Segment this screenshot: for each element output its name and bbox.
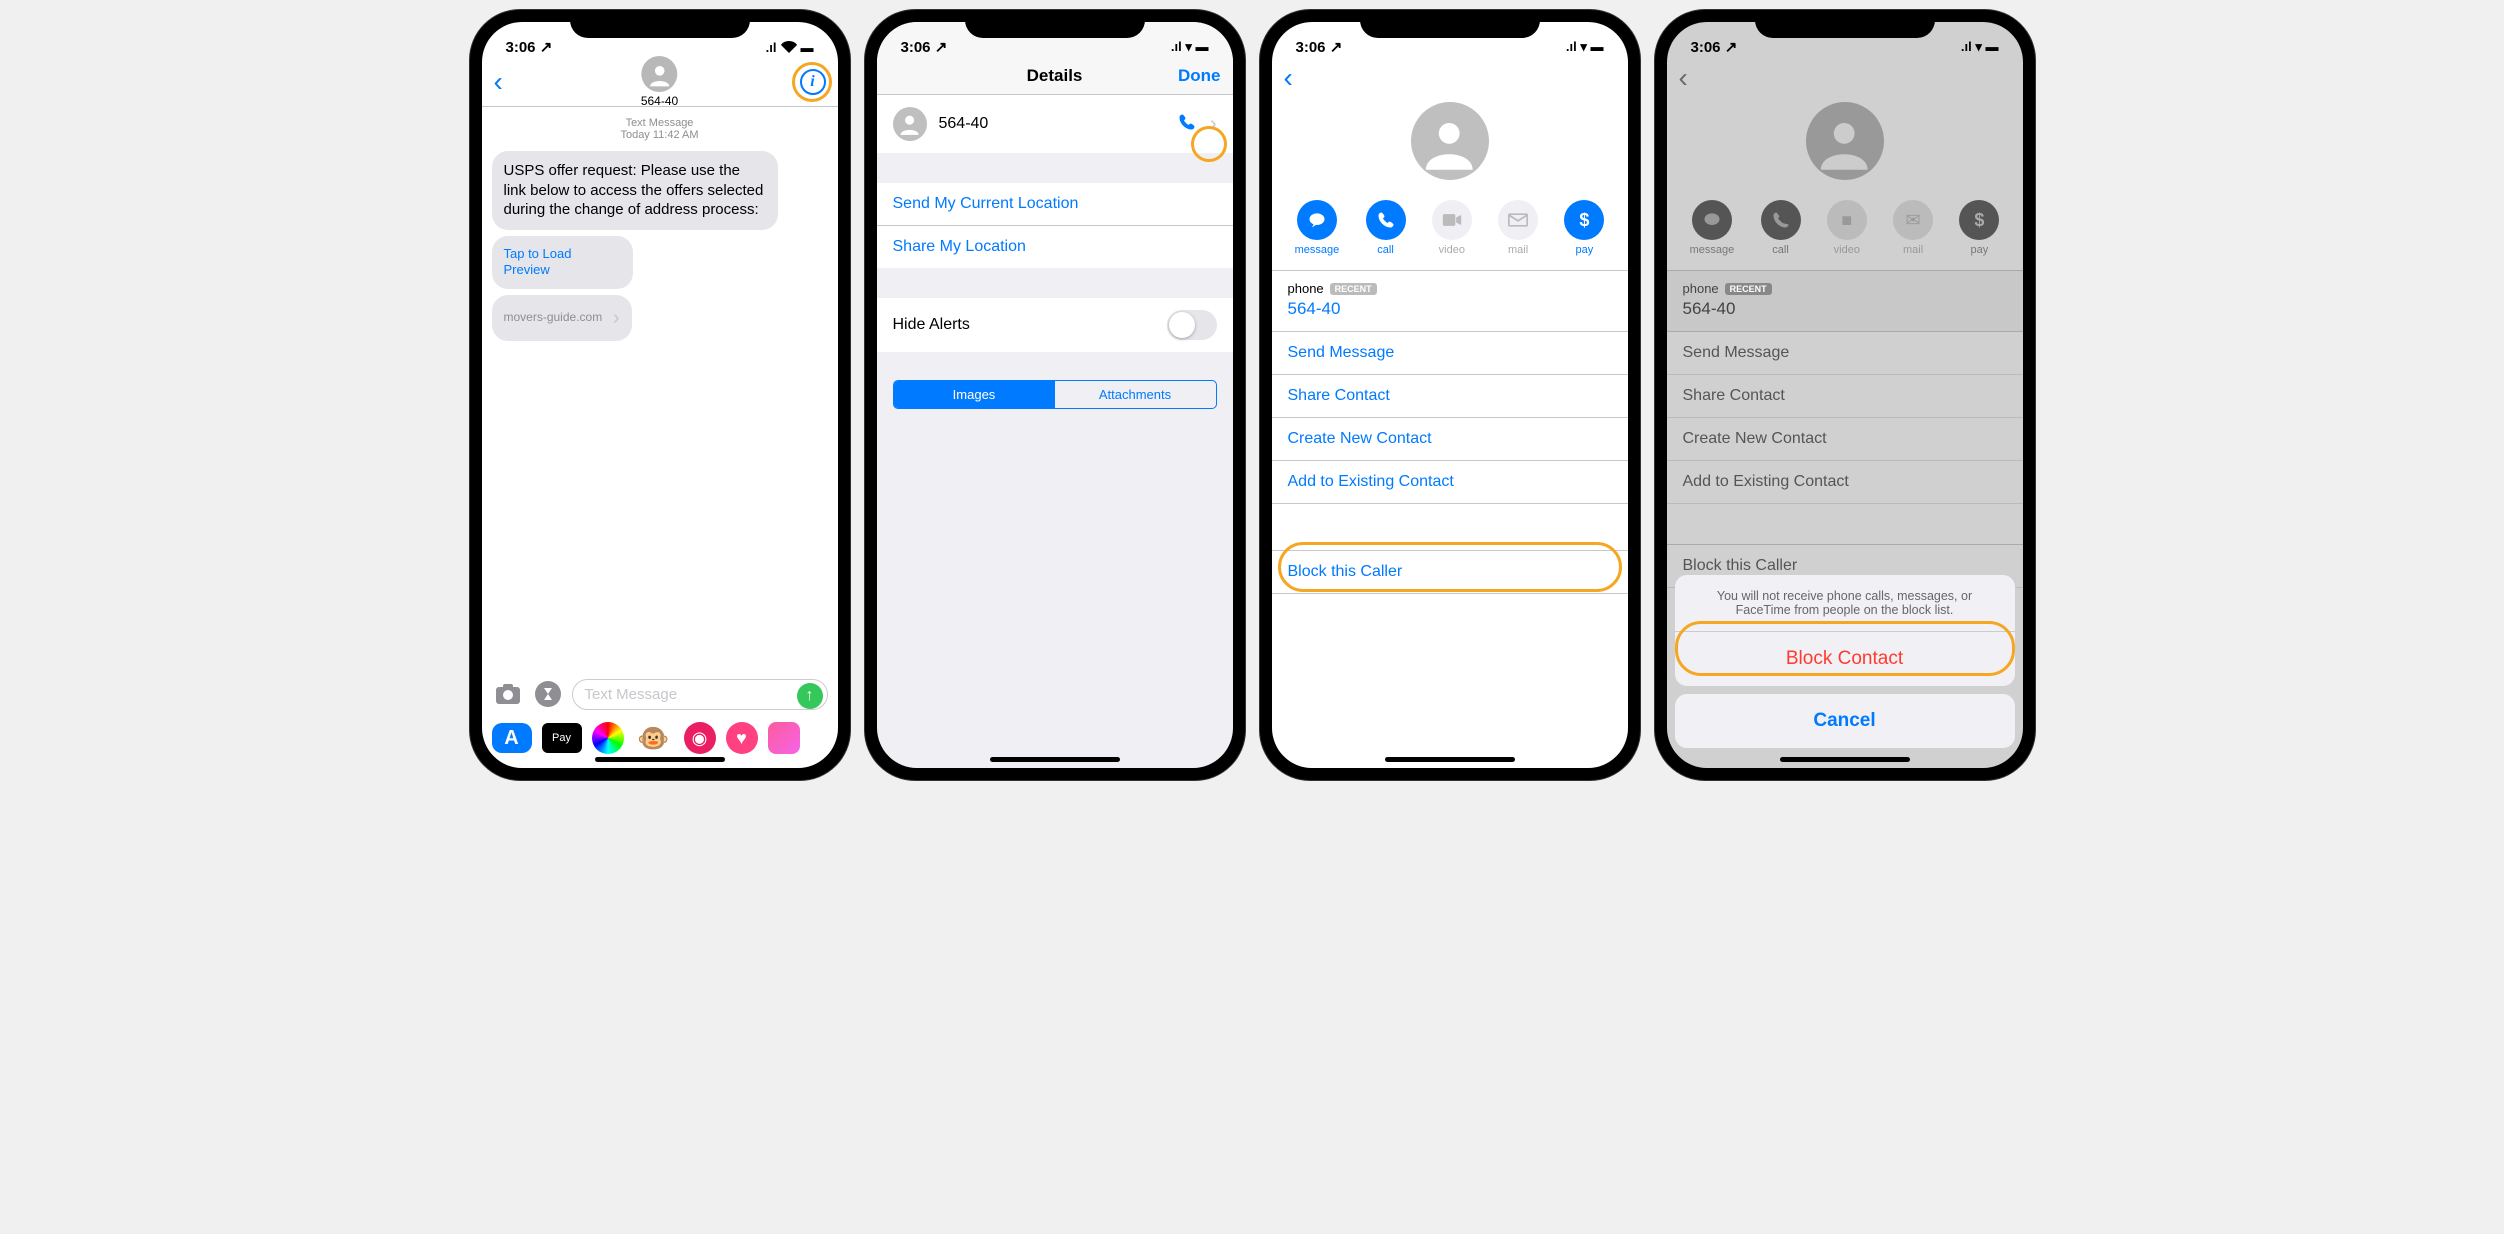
nav-bar: ‹ 564-40 i: [482, 62, 838, 107]
seg-images[interactable]: Images: [894, 381, 1055, 408]
recent-badge: RECENT: [1330, 283, 1377, 295]
video-action: video: [1432, 200, 1472, 256]
digital-touch-icon[interactable]: ◉: [684, 722, 716, 754]
sheet-message: You will not receive phone calls, messag…: [1675, 575, 2015, 632]
action-sheet: You will not receive phone calls, messag…: [1675, 575, 2015, 756]
notch: [965, 10, 1145, 38]
message-timestamp: Text Message Today 11:42 AM: [482, 117, 838, 141]
home-indicator[interactable]: [990, 757, 1120, 762]
nav-bar: Details Done: [877, 62, 1233, 95]
conversation-header[interactable]: 564-40: [641, 56, 678, 108]
back-button[interactable]: ‹: [494, 66, 503, 98]
message-icon: [1297, 200, 1337, 240]
create-contact-row: Create New Contact: [1667, 418, 2023, 461]
link-preview-domain[interactable]: movers-guide.com›: [492, 295, 632, 341]
hide-alerts-toggle[interactable]: [1167, 310, 1217, 340]
app-store-icon[interactable]: A: [492, 723, 532, 753]
avatar-icon: [893, 107, 927, 141]
heart-app-icon[interactable]: ♥: [726, 722, 758, 754]
screen-contact-card: 3:06 ↗ .ıl ▾ ▬ ‹ message call: [1272, 22, 1628, 768]
hide-alerts-row: Hide Alerts: [877, 298, 1233, 352]
notch: [1360, 10, 1540, 38]
send-message-row: Send Message: [1667, 332, 2023, 375]
screen-details: 3:06 ↗ .ıl ▾ ▬ Details Done 564-40 ›: [877, 22, 1233, 768]
hide-alerts-label: Hide Alerts: [893, 316, 970, 334]
link-preview-load[interactable]: Tap to Load Preview: [492, 236, 633, 290]
apps-icon[interactable]: [532, 678, 564, 710]
mail-icon: [1498, 200, 1538, 240]
video-icon: [1432, 200, 1472, 240]
compose-bar: Text Message ↑: [482, 672, 838, 716]
status-time: 3:06 ↗: [506, 38, 553, 56]
send-location-row[interactable]: Send My Current Location: [877, 183, 1233, 226]
mail-icon: ✉: [1893, 200, 1933, 240]
animoji-icon[interactable]: 🐵: [634, 723, 674, 753]
message-action[interactable]: message: [1295, 200, 1340, 256]
back-button: ‹: [1679, 62, 1688, 93]
home-indicator[interactable]: [1780, 757, 1910, 762]
seg-attachments[interactable]: Attachments: [1055, 381, 1216, 408]
contact-number: 564-40: [641, 94, 678, 108]
call-icon[interactable]: [1178, 113, 1196, 136]
cancel-button[interactable]: Cancel: [1675, 694, 2015, 748]
block-contact-button[interactable]: Block Contact: [1675, 632, 2015, 686]
done-button[interactable]: Done: [1178, 66, 1221, 86]
video-icon: ■: [1827, 200, 1867, 240]
activity-icon[interactable]: [592, 722, 624, 754]
notch: [1755, 10, 1935, 38]
call-icon: [1761, 200, 1801, 240]
status-indicators: .ıl▬: [766, 40, 814, 55]
call-icon: [1366, 200, 1406, 240]
screen-messages: 3:06 ↗ .ıl▬ ‹ 564-40 i Text Message Toda…: [482, 22, 838, 768]
share-contact-row: Share Contact: [1667, 375, 2023, 418]
phone-section: phoneRECENT 564-40: [1667, 270, 2023, 332]
create-contact-row[interactable]: Create New Contact: [1272, 418, 1628, 461]
app-dock[interactable]: A Pay 🐵 ◉ ♥: [482, 722, 838, 754]
chevron-icon: ›: [1210, 113, 1217, 136]
page-title: Details: [1027, 66, 1083, 86]
avatar-icon: [1411, 102, 1489, 180]
home-indicator[interactable]: [595, 757, 725, 762]
share-contact-row[interactable]: Share Contact: [1272, 375, 1628, 418]
back-button[interactable]: ‹: [1284, 62, 1293, 93]
add-existing-row: Add to Existing Contact: [1667, 461, 2023, 504]
pay-icon: $: [1564, 200, 1604, 240]
phone-section[interactable]: phone RECENT 564-40: [1272, 270, 1628, 332]
block-caller-row[interactable]: Block this Caller: [1272, 551, 1628, 594]
mail-action: mail: [1498, 200, 1538, 256]
phone-frame-3: 3:06 ↗ .ıl ▾ ▬ ‹ message call: [1260, 10, 1640, 780]
action-buttons-row: message call ■video ✉mail $pay: [1667, 192, 2023, 270]
action-buttons-row: message call video mail $: [1272, 192, 1628, 270]
message-bubble[interactable]: USPS offer request: Please use the link …: [492, 151, 778, 230]
music-icon[interactable]: [768, 722, 800, 754]
call-action[interactable]: call: [1366, 200, 1406, 256]
send-button[interactable]: ↑: [797, 683, 823, 709]
avatar-icon: [1806, 102, 1884, 180]
phone-label: phone: [1288, 281, 1324, 296]
share-location-row[interactable]: Share My Location: [877, 226, 1233, 268]
message-icon: [1692, 200, 1732, 240]
info-button[interactable]: i: [800, 69, 826, 95]
pay-action[interactable]: $ pay: [1564, 200, 1604, 256]
avatar-icon: [642, 56, 678, 92]
send-message-row[interactable]: Send Message: [1272, 332, 1628, 375]
message-input[interactable]: Text Message ↑: [572, 679, 828, 710]
phone-frame-2: 3:06 ↗ .ıl ▾ ▬ Details Done 564-40 ›: [865, 10, 1245, 780]
phone-number[interactable]: 564-40: [1288, 299, 1612, 319]
segmented-control[interactable]: Images Attachments: [893, 380, 1217, 409]
phone-frame-1: 3:06 ↗ .ıl▬ ‹ 564-40 i Text Message Toda…: [470, 10, 850, 780]
pay-icon: $: [1959, 200, 1999, 240]
contact-row[interactable]: 564-40 ›: [877, 95, 1233, 153]
contact-label: 564-40: [939, 115, 989, 133]
apple-pay-icon[interactable]: Pay: [542, 723, 582, 753]
home-indicator[interactable]: [1385, 757, 1515, 762]
add-existing-row[interactable]: Add to Existing Contact: [1272, 461, 1628, 504]
phone-frame-4: 3:06 ↗ .ıl ▾ ▬ ‹ message call ■video ✉ma…: [1655, 10, 2035, 780]
notch: [570, 10, 750, 38]
status-time: 3:06 ↗: [901, 38, 948, 56]
screen-block-sheet: 3:06 ↗ .ıl ▾ ▬ ‹ message call ■video ✉ma…: [1667, 22, 2023, 768]
camera-icon[interactable]: [492, 678, 524, 710]
